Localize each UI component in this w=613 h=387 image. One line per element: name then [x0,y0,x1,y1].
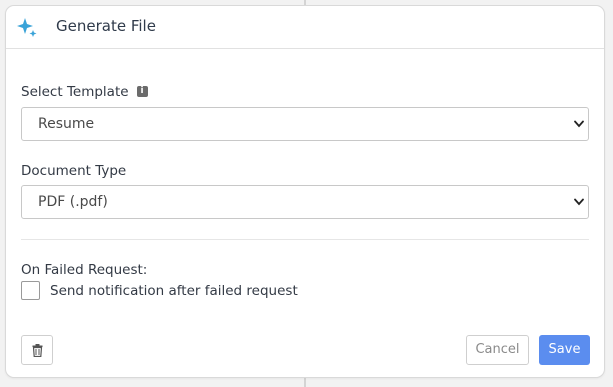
chevron-down-icon [574,120,584,128]
document-type-select-value: PDF (.pdf) [38,194,108,210]
document-type-select[interactable]: PDF (.pdf) [21,185,589,219]
background-divider-bottom [304,378,306,387]
failed-request-label: On Failed Request: [21,262,148,278]
select-template-label: Select Template i [21,84,148,100]
section-divider [21,239,589,240]
notification-checkbox-label[interactable]: Send notification after failed request [50,283,298,299]
delete-button[interactable] [21,335,53,365]
generate-file-dialog: Generate File Select Template i Resume Do… [5,5,605,378]
trash-icon [32,344,43,357]
notification-checkbox[interactable] [21,281,40,300]
info-icon[interactable]: i [136,85,148,97]
save-button[interactable]: Save [539,335,590,365]
dialog-header: Generate File [6,6,604,49]
chevron-down-icon [574,198,584,206]
template-select[interactable]: Resume [21,107,589,141]
sparkle-icon [17,18,37,37]
template-select-value: Resume [38,116,95,132]
document-type-label: Document Type [21,163,127,179]
select-template-label-text: Select Template [21,84,129,100]
dialog-title: Generate File [56,17,156,35]
cancel-button[interactable]: Cancel [466,335,529,365]
